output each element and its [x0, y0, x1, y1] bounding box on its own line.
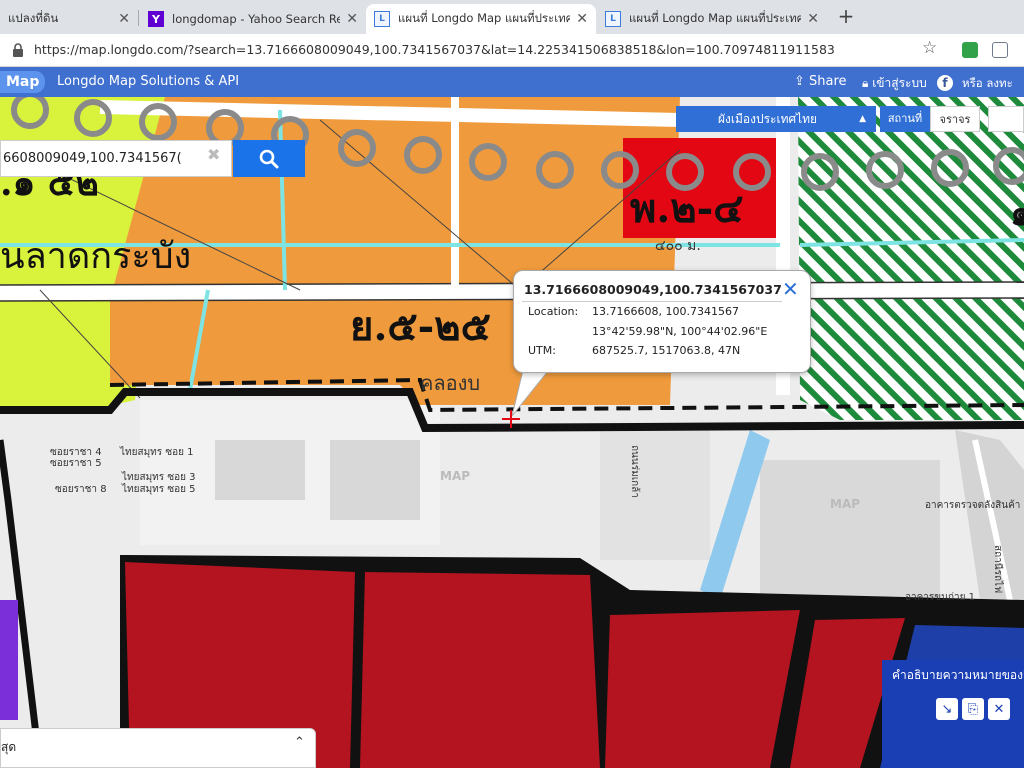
tab-longdo-map[interactable]: L แผนที่ Longdo Map แผนที่ประเทศไทย ✕ — [597, 4, 827, 34]
search-button[interactable] — [233, 140, 305, 177]
tab-title: แผนที่ Longdo Map แผนที่ประเทศไทย — [629, 11, 802, 25]
location-popup: 13.7166608009049,100.7341567037 ✕ Locati… — [513, 270, 811, 373]
street-label: ไทยสมุทร ซอย 5 — [121, 483, 196, 495]
street-label: ถนนร่มเกล้า — [629, 445, 641, 498]
map-control-button[interactable] — [988, 106, 1024, 132]
drawer-label: สุด — [1, 740, 17, 754]
measure-icon[interactable]: ↘ — [936, 698, 958, 720]
tab-yahoo-search[interactable]: Y longdomap - Yahoo Search Results ✕ — [140, 4, 366, 34]
zone-purple — [0, 600, 18, 720]
zone-label: พ.๒-๔ — [630, 185, 744, 232]
zone-green-hatched — [798, 97, 1024, 420]
close-icon[interactable]: ✕ — [782, 277, 799, 301]
building — [760, 460, 940, 610]
zone-label: ย.๕-๒๕ — [350, 303, 491, 350]
location-decimal: 13.7166608, 100.7341567 — [592, 305, 739, 318]
new-tab-button[interactable]: + — [836, 5, 856, 27]
street-label: ไทยสมุทร ซอย 1 — [119, 446, 194, 458]
tab-longdo-map-active[interactable]: L แผนที่ Longdo Map แผนที่ประเทศไทย ✕ — [366, 4, 596, 34]
building-label: อาคารขนถ่าย 1 — [905, 592, 975, 603]
tab-land-parcel[interactable]: แปลงที่ดิน ✕ — [0, 4, 138, 34]
extension-icon[interactable] — [992, 42, 1008, 58]
yahoo-icon: Y — [148, 11, 164, 27]
close-icon[interactable]: ✕ — [988, 698, 1010, 720]
register-text[interactable]: หรือ ลงทะ — [962, 75, 1013, 93]
places-toggle-button[interactable]: สถานที่ — [880, 106, 930, 132]
zone-label: ๑ — [1010, 192, 1024, 234]
bottom-drawer[interactable]: สุด ⌃ — [0, 728, 316, 768]
tab-close-icon[interactable]: ✕ — [346, 11, 358, 27]
app-header: Map Longdo Map Solutions & API ⇪ Share 🔒… — [0, 67, 1024, 97]
caret-down-icon: ▲ — [859, 114, 866, 124]
tab-close-icon[interactable]: ✕ — [576, 11, 588, 27]
building-label: อาคารตรวจตลังสินค้า — [925, 499, 1020, 511]
map-watermark: MAP — [830, 497, 860, 511]
login-label: เข้าสู่ระบบ — [872, 76, 927, 90]
tab-title: longdomap - Yahoo Search Results — [172, 12, 341, 26]
longdo-icon: L — [605, 11, 621, 27]
chevron-up-icon[interactable]: ⌃ — [294, 735, 305, 750]
map-canvas[interactable]: พ.๒-๔ ๔๐๐ ม. ย.๕-๒๕ นลาดกระบัง .๑ ๕๒ คลอ… — [0, 97, 1024, 768]
lock-icon[interactable] — [12, 42, 24, 61]
street-label: ไทยสมุทร ซอย 3 — [121, 471, 196, 483]
tab-title: แผนที่ Longdo Map แผนที่ประเทศไทย — [398, 11, 571, 25]
canal-label: คลองบ — [420, 371, 480, 395]
app-title-link[interactable]: Longdo Map Solutions & API — [57, 74, 239, 89]
building — [215, 440, 305, 500]
street-label: ซอยราชา 5 — [50, 458, 102, 469]
street-label: ซอยราชา 4 — [50, 447, 102, 458]
street-label: ซอยราชา 8 — [55, 484, 107, 495]
map-layer-label: ผังเมืองประเทศไทย — [718, 112, 818, 126]
traffic-toggle-button[interactable]: จราจร — [930, 106, 980, 132]
legend-panel: คำอธิบายความหมายของสี ↘ ⎘ ✕ — [882, 660, 1024, 768]
distance-label: ๔๐๐ ม. — [655, 238, 701, 254]
map-watermark: MAP — [440, 469, 470, 483]
legend-title[interactable]: คำอธิบายความหมายของสี — [892, 666, 1024, 685]
road-main — [0, 282, 1024, 301]
utm-label: UTM: — [528, 344, 556, 357]
longdo-logo[interactable]: Map — [0, 71, 46, 93]
map-layer-dropdown[interactable]: ผังเมืองประเทศไทย ▲ — [676, 106, 876, 132]
location-label: Location: — [528, 305, 579, 318]
share-icon: ⇪ — [794, 74, 810, 89]
search-input[interactable] — [0, 140, 232, 177]
tab-close-icon[interactable]: ✕ — [807, 11, 819, 27]
road-name-label: นลาดกระบัง — [0, 236, 191, 277]
share-button[interactable]: ⇪ Share — [794, 74, 847, 89]
lock-icon: 🔒︎ — [862, 76, 873, 90]
street-label: สถานีรถไฟ — [992, 545, 1004, 593]
search-icon — [259, 149, 279, 168]
popup-title: 13.7166608009049,100.7341567037 — [524, 282, 782, 297]
facebook-icon[interactable]: f — [937, 75, 953, 91]
building — [330, 440, 420, 520]
share-label: Share — [809, 74, 847, 89]
browser-toolbar: https://map.longdo.com/?search=13.716660… — [0, 34, 1024, 67]
address-bar-url[interactable]: https://map.longdo.com/?search=13.716660… — [34, 42, 835, 57]
export-icon[interactable]: ⎘ — [962, 698, 984, 720]
popup-tail — [512, 366, 553, 417]
popup-divider — [522, 301, 782, 302]
browser-tab-bar: แปลงที่ดิน ✕ Y longdomap - Yahoo Search … — [0, 0, 1024, 34]
clear-search-icon[interactable]: ✖ — [207, 145, 220, 164]
tab-close-icon[interactable]: ✕ — [118, 11, 130, 27]
bookmark-star-icon[interactable]: ☆ — [922, 38, 937, 58]
building — [600, 430, 710, 560]
zone-dark-red — [605, 610, 800, 768]
longdo-icon: L — [374, 11, 390, 27]
zone-dark-red — [360, 572, 600, 768]
extension-icon[interactable] — [962, 42, 978, 58]
tab-title: แปลงที่ดิน — [8, 11, 59, 25]
location-dms: 13°42'59.98"N, 100°44'02.96"E — [592, 325, 768, 338]
login-link[interactable]: 🔒︎ เข้าสู่ระบบ — [862, 74, 927, 93]
utm-value: 687525.7, 1517063.8, 47N — [592, 344, 741, 357]
